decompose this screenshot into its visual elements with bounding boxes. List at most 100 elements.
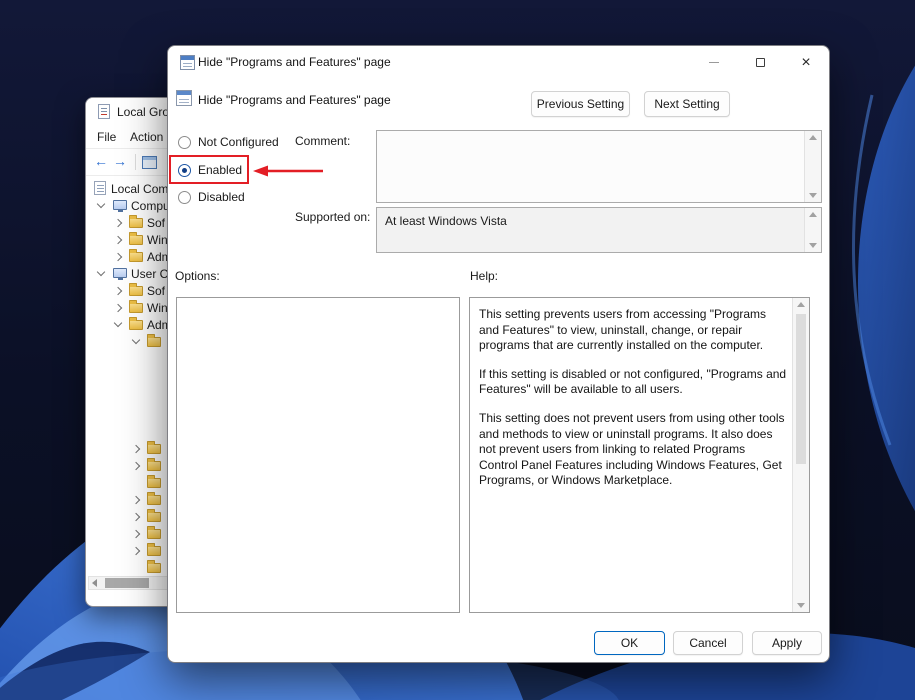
folder-icon <box>147 563 161 573</box>
minimize-button[interactable] <box>691 46 737 79</box>
folder-icon <box>147 478 161 488</box>
computer-icon <box>113 200 127 210</box>
folder-icon <box>147 495 161 505</box>
options-panel <box>176 297 460 613</box>
annotation-arrow-icon <box>251 163 327 179</box>
chevron-down-icon[interactable] <box>97 200 105 208</box>
policy-setting-dialog: Hide "Programs and Features" page × Hide… <box>167 45 830 663</box>
chevron-right-icon[interactable] <box>132 496 140 504</box>
radio-label: Not Configured <box>198 135 279 149</box>
options-label: Options: <box>175 269 220 283</box>
chevron-down-icon[interactable] <box>114 319 122 327</box>
next-setting-button[interactable]: Next Setting <box>644 91 730 117</box>
setting-header-title: Hide "Programs and Features" page <box>198 93 391 107</box>
previous-setting-button[interactable]: Previous Setting <box>531 91 630 117</box>
folder-icon <box>147 546 161 556</box>
chevron-right-icon[interactable] <box>114 253 122 261</box>
folder-icon <box>129 218 143 228</box>
cancel-button[interactable]: Cancel <box>673 631 743 655</box>
folder-icon <box>129 286 143 296</box>
scroll-up-arrow-icon[interactable] <box>809 135 817 140</box>
folder-icon <box>147 444 161 454</box>
menu-action[interactable]: Action <box>130 130 163 144</box>
desktop: Local Grou File Action ← → Local Comp Co… <box>0 0 915 700</box>
help-paragraph: This setting does not prevent users from… <box>479 411 787 489</box>
chevron-right-icon[interactable] <box>132 547 140 555</box>
back-arrow-icon[interactable]: ← <box>94 152 108 170</box>
dialog-client-area: Hide "Programs and Features" page Previo… <box>168 79 829 662</box>
window-controls: × <box>691 46 829 79</box>
console-root-icon <box>94 181 106 195</box>
chevron-right-icon[interactable] <box>114 219 122 227</box>
tree-item-label: Sof <box>147 216 165 230</box>
maximize-icon <box>756 58 765 67</box>
comment-label: Comment: <box>295 134 350 148</box>
scroll-left-arrow-icon[interactable] <box>92 579 97 587</box>
scrollbar-thumb[interactable] <box>796 314 806 464</box>
close-button[interactable]: × <box>783 46 829 79</box>
dialog-title: Hide "Programs and Features" page <box>198 55 391 69</box>
apply-button[interactable]: Apply <box>752 631 822 655</box>
help-label: Help: <box>470 269 498 283</box>
tree-item-label: Win <box>147 233 168 247</box>
chevron-right-icon[interactable] <box>114 287 122 295</box>
computer-icon <box>113 268 127 278</box>
close-icon: × <box>801 55 810 71</box>
scroll-down-arrow-icon[interactable] <box>797 603 805 608</box>
folder-icon <box>147 461 161 471</box>
chevron-right-icon[interactable] <box>114 304 122 312</box>
forward-arrow-icon[interactable]: → <box>113 152 127 170</box>
help-scrollbar[interactable] <box>792 298 809 612</box>
radio-not-configured[interactable]: Not Configured <box>178 134 279 150</box>
help-panel: This setting prevents users from accessi… <box>469 297 810 613</box>
scrollbar-thumb[interactable] <box>105 578 149 588</box>
scroll-down-arrow-icon <box>809 243 817 248</box>
radio-circle-icon[interactable] <box>178 136 191 149</box>
supported-scrollbar <box>804 208 821 252</box>
comment-scrollbar[interactable] <box>804 131 821 202</box>
radio-circle-icon[interactable] <box>178 191 191 204</box>
chevron-right-icon[interactable] <box>132 462 140 470</box>
ok-button[interactable]: OK <box>594 631 665 655</box>
radio-label: Disabled <box>198 190 245 204</box>
maximize-button[interactable] <box>737 46 783 79</box>
gpedit-app-icon <box>98 104 110 119</box>
show-console-tree-icon[interactable] <box>142 156 157 169</box>
chevron-right-icon[interactable] <box>132 445 140 453</box>
radio-disabled[interactable]: Disabled <box>178 189 245 205</box>
scroll-up-arrow-icon <box>809 212 817 217</box>
supported-on-value: At least Windows Vista <box>385 214 507 228</box>
tree-item-label: Local Comp <box>111 182 175 196</box>
folder-icon <box>129 252 143 262</box>
tree-item-label: Compu <box>131 199 170 213</box>
policy-setting-icon <box>180 55 195 70</box>
folder-icon <box>147 512 161 522</box>
chevron-right-icon[interactable] <box>132 513 140 521</box>
scroll-down-arrow-icon[interactable] <box>809 193 817 198</box>
supported-on-box: At least Windows Vista <box>376 207 822 253</box>
help-paragraph: If this setting is disabled or not confi… <box>479 367 787 398</box>
scroll-up-arrow-icon[interactable] <box>797 302 805 307</box>
minimize-icon <box>709 62 719 63</box>
menu-file[interactable]: File <box>97 130 116 144</box>
folder-icon <box>129 303 143 313</box>
folder-icon <box>129 235 143 245</box>
chevron-right-icon[interactable] <box>132 530 140 538</box>
help-paragraph: This setting prevents users from accessi… <box>479 307 787 354</box>
chevron-down-icon[interactable] <box>132 336 140 344</box>
annotation-highlight-box <box>169 155 249 184</box>
chevron-right-icon[interactable] <box>114 236 122 244</box>
help-text: This setting prevents users from accessi… <box>470 298 792 612</box>
toolbar-separator <box>135 154 136 170</box>
chevron-down-icon[interactable] <box>97 268 105 276</box>
setting-header-icon <box>176 90 192 106</box>
folder-icon <box>129 320 143 330</box>
supported-on-label: Supported on: <box>295 210 370 224</box>
folder-icon <box>147 529 161 539</box>
comment-input[interactable] <box>376 130 822 203</box>
tree-item-label: Win <box>147 301 168 315</box>
comment-value <box>383 136 799 198</box>
dialog-titlebar[interactable]: Hide "Programs and Features" page × <box>168 46 829 79</box>
folder-icon <box>147 337 161 347</box>
tree-item-label: Sof <box>147 284 165 298</box>
